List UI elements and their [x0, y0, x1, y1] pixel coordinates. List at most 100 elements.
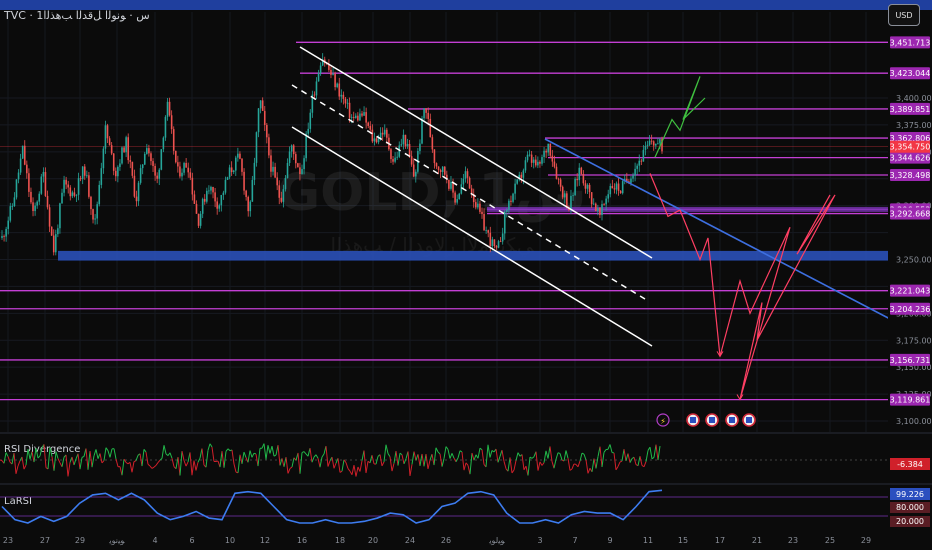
candle-body	[437, 166, 440, 171]
candle-body	[158, 169, 161, 179]
candle-body	[367, 122, 370, 126]
candle-body	[292, 145, 295, 155]
rsi-segment	[581, 452, 585, 455]
candle-body	[586, 184, 589, 189]
level-label: 3,292.668	[890, 210, 931, 219]
candle-body	[30, 191, 32, 203]
rsi-segment	[145, 451, 149, 465]
rsi-segment	[447, 449, 451, 459]
rsi-segment	[445, 446, 449, 450]
price-chart[interactable]: GOLD, 1ﺱﻲﻜﻳﺮﻣﻷﺍ ﺭﻻﻭﺪﻟﺍ / ﺐﻫﺬﻟﺍ⚡3,100.000…	[0, 0, 932, 550]
rsi-segment	[221, 451, 225, 468]
rsi-segment	[609, 444, 613, 453]
larsi-level-label: 20.000	[896, 517, 924, 526]
rsi-segment	[351, 465, 355, 475]
candle-body	[619, 190, 622, 194]
candle-body	[102, 148, 105, 169]
candle-body	[381, 132, 384, 135]
candle-body	[299, 167, 301, 175]
x-tick-label: 29	[75, 536, 85, 545]
rsi-segment	[301, 451, 305, 453]
candle-body	[181, 172, 183, 177]
candle-body	[3, 236, 5, 237]
rsi-segment	[621, 449, 625, 462]
rsi-segment	[149, 465, 153, 469]
candle-body	[601, 204, 603, 216]
candle-body	[156, 175, 158, 179]
rsi-segment	[177, 457, 181, 476]
channel-upper	[299, 46, 653, 259]
rsi-segment	[101, 460, 105, 464]
rsi-segment	[459, 450, 463, 453]
x-tick-label: 25	[825, 536, 835, 545]
x-tick-label: 23	[3, 536, 13, 545]
candle-body	[338, 83, 341, 97]
candle-body	[17, 172, 20, 180]
chart-stage[interactable]: GOLD, 1ﺱﻲﻜﻳﺮﻣﻷﺍ ﺭﻻﻭﺪﻟﺍ / ﺐﻫﺬﻟﺍ⚡3,100.000…	[0, 0, 932, 550]
rsi-segment	[369, 455, 373, 464]
candle-body	[127, 137, 130, 161]
candle-body	[460, 184, 463, 194]
candle-body	[57, 228, 59, 235]
candle-body	[243, 171, 245, 191]
rsi-segment	[653, 444, 657, 458]
rsi-segment	[539, 461, 543, 466]
rsi-segment	[407, 451, 411, 476]
rsi-segment	[201, 448, 205, 466]
current-price-label: 3,354.750	[890, 143, 931, 152]
rsi-segment	[515, 452, 519, 461]
rsi-segment	[345, 462, 349, 469]
rsi-segment	[487, 444, 491, 458]
rsi-segment	[639, 456, 643, 466]
rsi-segment	[289, 466, 293, 469]
rsi-segment	[271, 446, 275, 457]
candle-body	[410, 156, 413, 165]
rsi-segment	[543, 450, 547, 463]
rsi-segment	[95, 449, 99, 459]
candle-body	[537, 161, 539, 166]
candle-body	[450, 181, 452, 189]
candle-body	[187, 167, 190, 173]
candle-body	[319, 65, 322, 74]
candle-body	[402, 134, 405, 145]
rsi-segment	[601, 452, 605, 467]
candle-body	[390, 149, 392, 160]
x-tick-label: 9	[607, 536, 612, 545]
candle-body	[648, 140, 651, 145]
candle-body	[448, 179, 450, 189]
rsi-segment	[113, 448, 117, 460]
rsi-segment	[263, 443, 267, 460]
x-tick-label: 27	[40, 536, 50, 545]
rsi-segment	[531, 456, 535, 459]
candle-body	[13, 197, 16, 207]
candle-body	[305, 133, 307, 159]
rsi-segment	[479, 447, 483, 451]
candle-body	[162, 137, 165, 150]
candle-body	[40, 176, 43, 194]
y-tick-label: 3,250.000	[896, 256, 932, 265]
rsi-segment	[553, 459, 557, 469]
candle-body	[88, 175, 90, 197]
rsi-segment	[513, 460, 517, 471]
candle-body	[516, 179, 518, 184]
rsi-segment	[7, 456, 11, 463]
larsi-label: LaRSI	[4, 496, 32, 507]
rsi-segment	[383, 444, 387, 462]
currency-button[interactable]: USD	[888, 4, 920, 26]
candle-body	[572, 195, 574, 197]
rsi-segment	[381, 461, 385, 467]
rsi-segment	[233, 463, 237, 473]
trendline	[544, 138, 893, 321]
candle-body	[654, 143, 657, 146]
candle-body	[34, 205, 36, 212]
candle-body	[152, 161, 154, 167]
rsi-segment	[395, 451, 399, 466]
symbol-header[interactable]: TVC · 1ﺱ · ﻮﻧﻮﻟﺍ ﻞﻗﺪﻟﺍ ﺐﻫﺬﻟﺍ	[4, 9, 150, 22]
candle-body	[208, 190, 210, 192]
rsi-segment	[291, 457, 295, 468]
candle-body	[139, 168, 142, 183]
rsi-segment	[91, 455, 95, 468]
candle-body	[520, 174, 523, 178]
x-tick-label: 12	[260, 536, 270, 545]
rsi-segment	[287, 468, 291, 474]
